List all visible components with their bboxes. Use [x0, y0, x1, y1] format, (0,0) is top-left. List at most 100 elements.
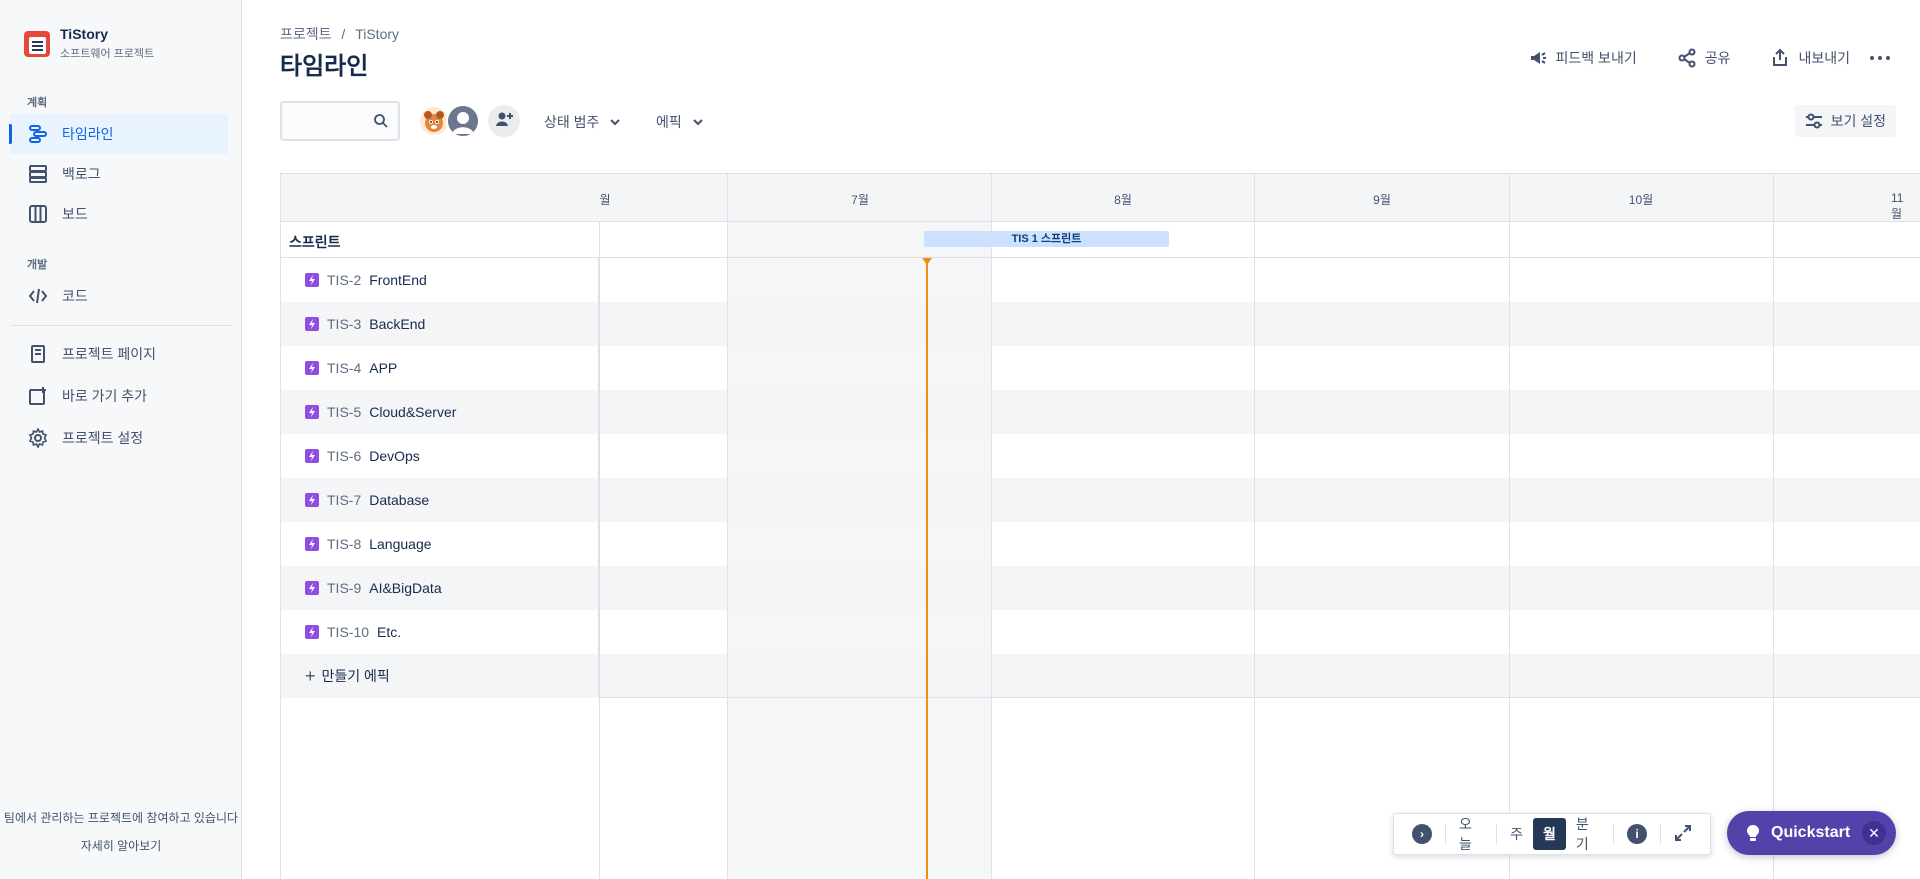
epic-row[interactable]: TIS-2 FrontEnd [281, 258, 1920, 302]
plus-icon: + [305, 665, 316, 686]
sidebar-divider [10, 325, 232, 326]
board-icon [28, 204, 48, 224]
epic-cell[interactable]: TIS-9 AI&BigData [281, 566, 599, 610]
epic-cell[interactable]: TIS-5 Cloud&Server [281, 390, 599, 434]
epic-cell[interactable]: TIS-7 Database [281, 478, 599, 522]
project-header[interactable]: TiStory 소프트웨어 프로젝트 [24, 26, 154, 61]
epic-name: AI&BigData [369, 580, 442, 596]
quickstart-button[interactable]: Quickstart ✕ [1727, 811, 1896, 855]
epic-row[interactable]: TIS-8 Language [281, 522, 1920, 566]
epic-cell[interactable]: TIS-10 Etc. [281, 610, 599, 654]
month-label: 11월 [1891, 191, 1904, 221]
share-button[interactable]: 공유 [1677, 48, 1731, 68]
epic-lightning-icon [305, 273, 319, 287]
epic-cell[interactable]: TIS-8 Language [281, 522, 599, 566]
export-button[interactable]: 내보내기 [1770, 48, 1850, 68]
breadcrumb-project-link[interactable]: TiStory [355, 26, 399, 42]
epic-cell[interactable]: TIS-3 BackEnd [281, 302, 599, 346]
megaphone-icon [1528, 48, 1548, 68]
timeline-header: 월 7월 8월 9월 10월 11월 [281, 174, 1920, 222]
zoom-separator [1496, 824, 1498, 844]
learn-more-link[interactable]: 자세히 알아보기 [0, 837, 242, 854]
project-name: TiStory [60, 26, 108, 42]
sidebar-footer-text: 팀에서 관리하는 프로젝트에 참여하고 있습니다 [3, 811, 239, 825]
search-input[interactable] [280, 101, 400, 141]
sprint-row-label: 스프린트 [289, 234, 341, 250]
epic-key: TIS-3 [327, 316, 362, 332]
sidebar-item-project-pages[interactable]: 프로젝트 페이지 [10, 334, 228, 374]
epic-key: TIS-5 [327, 404, 362, 420]
code-icon [28, 286, 48, 306]
epic-cell[interactable]: TIS-4 APP [281, 346, 599, 390]
epic-name: Database [369, 492, 430, 508]
share-label: 공유 [1704, 50, 1731, 66]
month-label: 월 [599, 193, 611, 207]
epic-row[interactable]: TIS-7 Database [281, 478, 1920, 522]
add-people-button[interactable] [488, 105, 520, 137]
header-actions: 피드백 보내기 공유 내보내기 [1488, 48, 1890, 68]
zoom-month-button[interactable]: 월 [1533, 818, 1566, 850]
epic-name: DevOps [369, 448, 420, 464]
chevron-down-icon [692, 116, 704, 128]
month-label: 10월 [1628, 193, 1654, 207]
view-settings-label: 보기 설정 [1830, 113, 1886, 129]
zoom-quarter-button[interactable]: 분기 [1566, 816, 1610, 852]
month-divider [1509, 174, 1510, 879]
today-button[interactable]: 오늘 [1449, 816, 1493, 852]
epic-row[interactable]: TIS-3 BackEnd [281, 302, 1920, 346]
zoom-separator [1660, 824, 1661, 844]
epic-row[interactable]: TIS-10 Etc. [281, 610, 1920, 654]
close-icon[interactable]: ✕ [1862, 821, 1886, 845]
status-category-label: 상태 범주 [544, 114, 600, 130]
zoom-week-button[interactable]: 주 [1500, 818, 1533, 850]
epic-key: TIS-8 [327, 536, 362, 552]
epic-cell[interactable]: TIS-2 FrontEnd [281, 258, 599, 302]
zoom-separator [1613, 824, 1615, 844]
epic-row[interactable]: TIS-4 APP [281, 346, 1920, 390]
sidebar-item-code[interactable]: 코드 [10, 276, 228, 316]
status-category-filter[interactable]: 상태 범주 [544, 112, 621, 132]
add-shortcut-icon [28, 386, 48, 406]
export-label: 내보내기 [1798, 50, 1850, 66]
epic-cell[interactable]: TIS-6 DevOps [281, 434, 599, 478]
epic-key: TIS-6 [327, 448, 362, 464]
collapse-toggle-button[interactable]: › [1402, 818, 1442, 850]
info-button[interactable]: i [1617, 818, 1657, 850]
create-epic-button[interactable]: + 만들기 에픽 [305, 666, 390, 687]
sidebar-item-add-shortcut[interactable]: 바로 가기 추가 [10, 376, 228, 416]
sidebar-item-label: 백로그 [62, 166, 101, 182]
lightbulb-icon [1745, 824, 1761, 842]
sidebar-item-project-settings[interactable]: 프로젝트 설정 [10, 418, 228, 458]
create-epic-cell: + 만들기 에픽 [281, 654, 599, 698]
fullscreen-button[interactable] [1664, 818, 1702, 850]
more-actions-button[interactable] [1870, 56, 1890, 60]
sprint-bar[interactable]: TIS 1 스프린트 [924, 231, 1169, 247]
timeline-icon [28, 124, 48, 144]
sidebar-item-board[interactable]: 보드 [10, 194, 228, 234]
epic-filter-label: 에픽 [656, 114, 682, 130]
epic-lightning-icon [305, 317, 319, 331]
sprint-row: 스프린트 TIS 1 스프린트 [281, 222, 1920, 258]
breadcrumb-projects-link[interactable]: 프로젝트 [280, 26, 332, 42]
more-dot-icon [1870, 56, 1874, 60]
sidebar-item-backlog[interactable]: 백로그 [10, 154, 228, 194]
epic-row[interactable]: TIS-9 AI&BigData [281, 566, 1920, 610]
project-type: 소프트웨어 프로젝트 [60, 48, 155, 60]
user-avatar-default[interactable] [446, 104, 480, 138]
view-settings-button[interactable]: 보기 설정 [1794, 105, 1896, 137]
epic-filter[interactable]: 에픽 [656, 112, 704, 132]
month-divider [727, 174, 728, 879]
chevron-right-icon: › [1412, 824, 1432, 844]
expand-icon [1674, 824, 1692, 845]
epic-key: TIS-2 [327, 272, 362, 288]
sidebar-item-timeline[interactable]: 타임라인 [9, 114, 228, 154]
month-label: 9월 [1373, 193, 1391, 207]
sidebar-item-label: 코드 [62, 288, 88, 304]
epic-lightning-icon [305, 537, 319, 551]
feedback-button[interactable]: 피드백 보내기 [1528, 48, 1637, 68]
epic-row[interactable]: TIS-6 DevOps [281, 434, 1920, 478]
epic-row[interactable]: TIS-5 Cloud&Server [281, 390, 1920, 434]
breadcrumb: 프로젝트 / TiStory [280, 24, 405, 44]
today-marker [922, 258, 932, 265]
user-avatar-character[interactable] [420, 107, 448, 135]
